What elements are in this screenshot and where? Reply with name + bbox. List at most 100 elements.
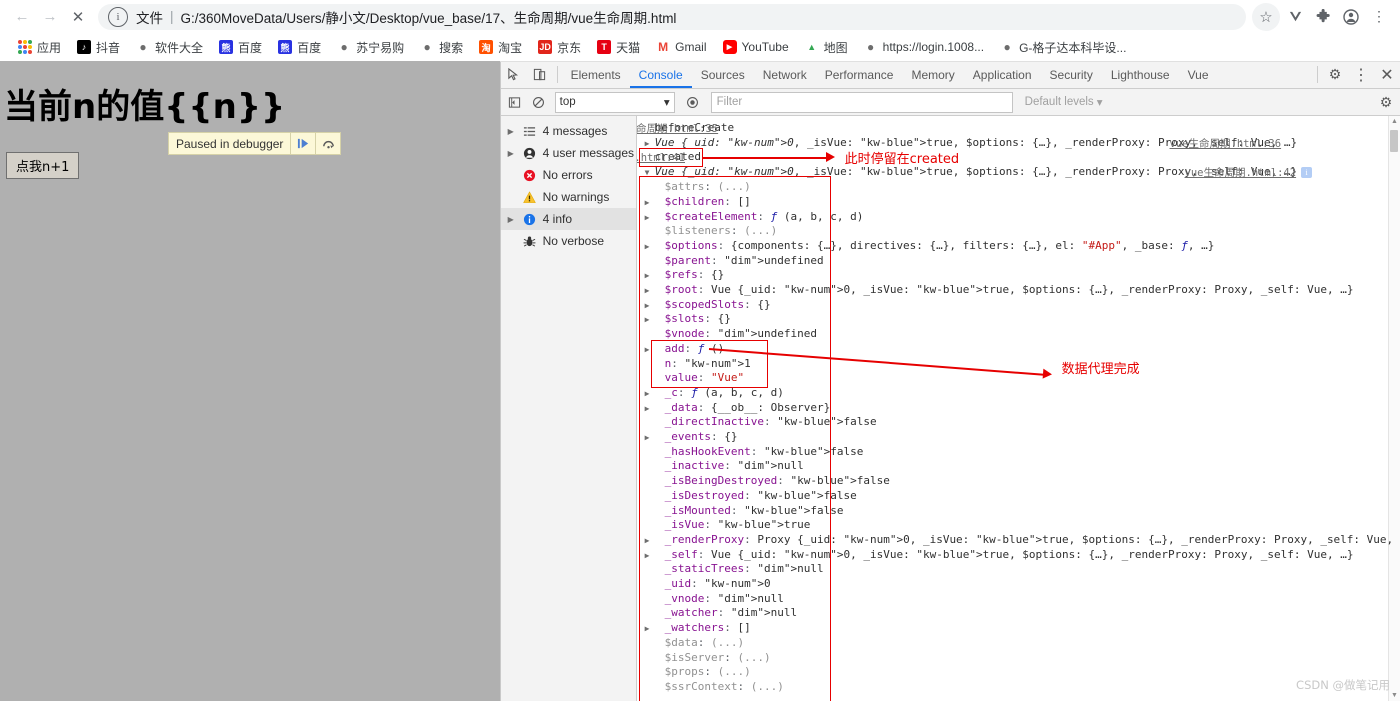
expand-arrow-icon[interactable]: ▼: [645, 168, 655, 177]
bookmark-item[interactable]: JD 京东: [530, 36, 589, 58]
expand-arrow-icon[interactable]: ▶: [505, 215, 517, 224]
scroll-down-caret-icon[interactable]: ▼: [1391, 692, 1398, 699]
console-sidebar-item-4[interactable]: ▶ 4 info: [500, 208, 636, 230]
user-icon: [521, 147, 539, 160]
object-property-row: ▶ $scopedSlots: {}: [644, 297, 771, 311]
expand-arrow-icon[interactable]: ▶: [645, 404, 655, 413]
expand-arrow-icon[interactable]: ▶: [645, 624, 655, 633]
devtools-tab-network[interactable]: Network: [754, 61, 816, 88]
bookmark-item[interactable]: ▲ 地图: [797, 36, 856, 58]
console-log-levels-select[interactable]: Default levels ▾: [1025, 95, 1103, 109]
youtube-icon: ▶: [722, 40, 737, 54]
apps-grid-icon: [18, 40, 32, 54]
console-source-link[interactable]: vue生命周期.html:35: [637, 121, 718, 136]
expand-arrow-icon[interactable]: ▶: [645, 315, 655, 324]
execution-context-select[interactable]: top ▾: [554, 91, 675, 113]
warning-icon: [521, 190, 539, 204]
devtools-settings-gear-icon[interactable]: ⚙: [1322, 61, 1348, 88]
object-property-row: ▶ _c: ƒ (a, b, c, d): [644, 385, 784, 399]
devtools-tab-performance[interactable]: Performance: [816, 61, 903, 88]
devtools-tab-elements[interactable]: Elements: [562, 61, 630, 88]
chevron-down-icon: ▾: [663, 97, 670, 109]
console-scrollbar[interactable]: ▲ ▼: [1388, 116, 1400, 701]
object-property-row: ▶ $children: []: [644, 194, 751, 208]
profile-avatar-icon[interactable]: [1338, 4, 1364, 30]
browser-menu-icon[interactable]: ⋮: [1366, 4, 1392, 30]
show-console-sidebar-icon[interactable]: [503, 90, 527, 114]
devtools-tab-memory[interactable]: Memory: [902, 61, 963, 88]
expand-arrow-icon[interactable]: ▶: [645, 301, 655, 310]
vue-devtools-extension-icon[interactable]: [1282, 4, 1308, 30]
devtools-tab-vue[interactable]: Vue: [1179, 61, 1218, 88]
bookmark-item[interactable]: ● 苏宁易购: [329, 36, 412, 58]
forward-arrow-icon[interactable]: →: [36, 3, 64, 31]
expand-arrow-icon[interactable]: ▶: [645, 271, 655, 280]
bookmark-item[interactable]: 熊百度: [270, 36, 329, 58]
object-property-row: $attrs: (...): [664, 180, 751, 194]
console-source-link[interactable]: vue生命周期.html:36: [1170, 136, 1282, 151]
expand-arrow-icon[interactable]: ▶: [645, 345, 655, 354]
address-bar[interactable]: i 文件 | G:/360MoveData/Users/静小文/Desktop/…: [98, 3, 1246, 30]
expand-arrow-icon[interactable]: ▶: [645, 198, 655, 207]
bookmark-label: 地图: [823, 40, 848, 55]
site-info-icon[interactable]: i: [108, 6, 128, 27]
bookmark-item[interactable]: 熊百度: [211, 36, 270, 58]
console-sidebar-item-1[interactable]: ▶ 4 user messages: [501, 142, 636, 164]
console-log-area: ▲ ▼ CSDN @做笔记用 beforeCreatevue生命周期.html:…: [636, 116, 1400, 701]
bookmark-item[interactable]: ● G-格子达本科毕设...: [992, 36, 1134, 58]
back-arrow-icon[interactable]: ←: [8, 3, 36, 31]
console-sidebar-item-3[interactable]: No warnings: [501, 186, 636, 208]
console-sidebar-item-2[interactable]: No errors: [501, 164, 636, 186]
scrollbar-thumb[interactable]: [1390, 130, 1398, 152]
expand-arrow-icon[interactable]: ▶: [645, 433, 655, 442]
expand-arrow-icon[interactable]: ▶: [645, 242, 655, 251]
live-expression-icon[interactable]: [681, 90, 705, 114]
bookmark-item[interactable]: 淘淘宝: [471, 36, 530, 58]
devtools-tab-sources[interactable]: Sources: [692, 61, 754, 88]
inspect-element-icon[interactable]: [501, 61, 527, 88]
bookmark-item[interactable]: M Gmail: [648, 36, 714, 58]
devtools-tab-console[interactable]: Console: [630, 61, 692, 88]
console-filter-input[interactable]: Filter: [710, 91, 1013, 113]
bookmark-item[interactable]: ▶ YouTube: [715, 36, 797, 58]
increment-button[interactable]: 点我n+1: [6, 152, 80, 179]
bookmark-item[interactable]: 应用: [10, 36, 69, 58]
step-over-icon[interactable]: [315, 133, 340, 154]
extensions-puzzle-icon[interactable]: [1310, 4, 1336, 30]
devtools-tab-lighthouse[interactable]: Lighthouse: [1102, 61, 1179, 88]
bookmark-item[interactable]: ● https://login.1008...: [856, 36, 992, 58]
expand-arrow-icon[interactable]: ▶: [645, 389, 655, 398]
object-property-row: _isMounted: "kw-blue">false: [664, 503, 844, 517]
expand-arrow-icon[interactable]: ▶: [645, 551, 655, 560]
baidu-icon: 熊: [278, 40, 293, 54]
console-entry-1: ▶ Vue {_uid: "kw-num">0, _isVue: "kw-blue…: [644, 135, 1298, 151]
expand-arrow-icon[interactable]: ▶: [505, 149, 517, 158]
resume-script-icon[interactable]: [290, 133, 315, 154]
console-settings-gear-icon[interactable]: ⚙: [1374, 90, 1398, 114]
devtools-close-icon[interactable]: ✕: [1374, 61, 1400, 88]
console-source-link[interactable]: vue生命周期.html:42: [1185, 165, 1297, 180]
stop-loading-icon[interactable]: ✕: [64, 3, 92, 31]
devtools-tab-security[interactable]: Security: [1041, 61, 1102, 88]
scroll-up-caret-icon[interactable]: ▲: [1391, 118, 1398, 125]
bookmark-label: 软件大全: [155, 40, 204, 55]
expand-arrow-icon[interactable]: ▶: [645, 139, 655, 148]
toggle-device-toolbar-icon[interactable]: [527, 61, 553, 88]
console-sidebar-item-5[interactable]: No verbose: [501, 230, 636, 252]
bookmark-item[interactable]: T 天猫: [589, 36, 648, 58]
expand-arrow-icon[interactable]: ▶: [645, 286, 655, 295]
annotation-arrow-created-head: [825, 151, 835, 162]
devtools-tab-application[interactable]: Application: [964, 61, 1041, 88]
devtools-more-icon[interactable]: ⋮: [1348, 61, 1374, 88]
console-source-link[interactable]: vue生命周期.html:41: [637, 150, 685, 165]
bookmark-item[interactable]: ● 搜索: [412, 36, 471, 58]
bookmark-star-icon[interactable]: ☆: [1252, 2, 1280, 31]
bookmark-label: 百度: [238, 40, 263, 55]
console-sidebar-item-0[interactable]: ▶ 4 messages: [501, 120, 636, 142]
bookmark-item[interactable]: ♪ 抖音: [69, 36, 128, 58]
clear-console-icon[interactable]: [527, 90, 551, 114]
expand-arrow-icon[interactable]: ▶: [645, 213, 655, 222]
expand-arrow-icon[interactable]: ▶: [505, 127, 517, 136]
bookmark-item[interactable]: ● 软件大全: [128, 36, 211, 58]
expand-arrow-icon[interactable]: ▶: [645, 536, 655, 545]
